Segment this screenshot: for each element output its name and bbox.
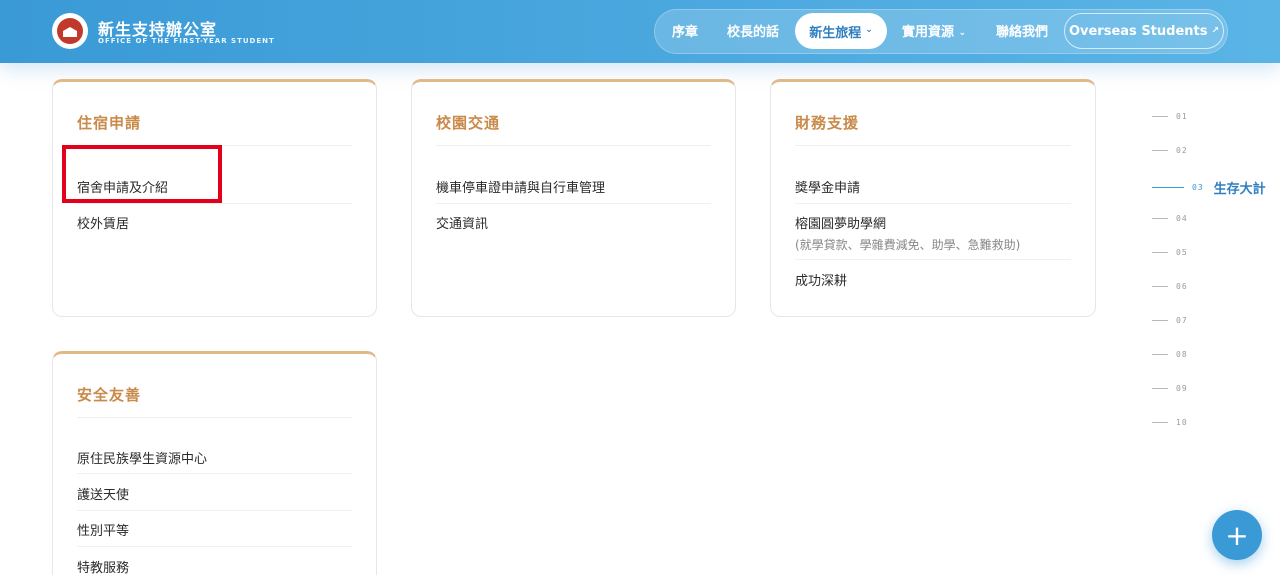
dash xyxy=(1152,252,1168,253)
highlight-box xyxy=(62,145,222,203)
section-number: 05 xyxy=(1176,248,1188,257)
section-number: 09 xyxy=(1176,384,1188,393)
link-gender-equality[interactable]: 性別平等 xyxy=(77,520,129,539)
dash xyxy=(1152,116,1168,117)
card-finance: 財務支援 獎學金申請 榕園圓夢助學網 (就學貸款、學雜費減免、助學、急難救助) … xyxy=(770,79,1096,317)
section-number: 04 xyxy=(1176,214,1188,223)
card-title: 安全友善 xyxy=(77,386,142,404)
card-title: 校園交通 xyxy=(436,114,501,132)
dash xyxy=(1152,218,1168,219)
chevron-down-icon: ⌄ xyxy=(958,28,967,38)
link-success-program[interactable]: 成功深耕 xyxy=(795,270,847,289)
section-number: 08 xyxy=(1176,350,1188,359)
section-index-item[interactable]: 10 xyxy=(1152,418,1188,427)
section-index-item[interactable]: 04 xyxy=(1152,214,1188,223)
dash xyxy=(1152,388,1168,389)
logo-mark xyxy=(57,18,83,44)
chevron-down-icon: ⌄ xyxy=(865,25,873,35)
financial-aid-note: (就學貸款、學雜費減免、助學、急難救助) xyxy=(795,238,1021,252)
link-scholarship[interactable]: 獎學金申請 xyxy=(795,177,860,196)
nav-president[interactable]: 校長的話 xyxy=(727,21,779,40)
link-escort-angel[interactable]: 護送天使 xyxy=(77,484,129,503)
card-title: 財務支援 xyxy=(795,114,860,132)
dash xyxy=(1152,320,1168,321)
nav-prologue[interactable]: 序章 xyxy=(672,21,698,40)
link-parking-permit[interactable]: 機車停車證申請與自行車管理 xyxy=(436,177,605,196)
link-indigenous-center[interactable]: 原住民族學生資源中心 xyxy=(77,448,207,467)
section-index-item[interactable]: 09 xyxy=(1152,384,1188,393)
dash xyxy=(1152,354,1168,355)
nav-resources-label: 實用資源 xyxy=(902,25,955,40)
section-index-item[interactable]: 06 xyxy=(1152,282,1188,291)
dash xyxy=(1152,150,1168,151)
section-number: 07 xyxy=(1176,316,1188,325)
external-link-icon: ↗ xyxy=(1211,26,1220,36)
dash xyxy=(1152,422,1168,423)
section-number: 02 xyxy=(1176,146,1188,155)
dash xyxy=(1152,286,1168,287)
nav-overseas-students[interactable]: Overseas Students ↗ xyxy=(1064,13,1224,49)
section-index-item[interactable]: 07 xyxy=(1152,316,1188,325)
section-index-item[interactable]: 02 xyxy=(1152,146,1188,155)
link-off-campus-housing[interactable]: 校外賃居 xyxy=(77,213,129,232)
card-transport: 校園交通 機車停車證申請與自行車管理 交通資訊 xyxy=(411,79,736,317)
site-header: 新生支持辦公室 OFFICE OF THE FIRST-YEAR STUDENT… xyxy=(0,0,1280,63)
nav-overseas-label: Overseas Students xyxy=(1068,23,1208,39)
divider xyxy=(77,546,352,547)
card-title: 住宿申請 xyxy=(77,114,142,132)
brand-subtitle: OFFICE OF THE FIRST-YEAR STUDENT xyxy=(98,37,275,45)
main-nav: 序章 校長的話 新生旅程 ⌄ 實用資源 ⌄ 聯絡我們 Overseas Stud… xyxy=(654,9,1228,54)
section-index-item[interactable]: 01 xyxy=(1152,112,1188,121)
divider xyxy=(77,203,352,204)
plus-icon[interactable]: + xyxy=(1212,510,1262,560)
card-safety: 安全友善 原住民族學生資源中心 護送天使 性別平等 特教服務 xyxy=(52,351,377,575)
divider xyxy=(795,203,1071,204)
divider xyxy=(77,473,352,474)
logo[interactable] xyxy=(52,13,88,49)
divider xyxy=(436,203,711,204)
nav-contact[interactable]: 聯絡我們 xyxy=(996,21,1048,40)
section-number: 01 xyxy=(1176,112,1188,121)
link-special-education[interactable]: 特教服務 xyxy=(77,557,129,575)
section-number: 10 xyxy=(1176,418,1188,427)
nav-resources[interactable]: 實用資源 ⌄ xyxy=(902,21,966,40)
link-traffic-info[interactable]: 交通資訊 xyxy=(436,213,488,232)
section-number: 06 xyxy=(1176,282,1188,291)
divider xyxy=(77,510,352,511)
divider xyxy=(795,259,1071,260)
section-index-item[interactable]: 08 xyxy=(1152,350,1188,359)
divider xyxy=(436,145,711,146)
nav-journey-label: 新生旅程 xyxy=(809,25,862,41)
section-index-item-active[interactable]: 03 生存大計 xyxy=(1152,178,1266,197)
link-financial-aid[interactable]: 榕園圓夢助學網 xyxy=(795,213,886,232)
section-index-item[interactable]: 05 xyxy=(1152,248,1188,257)
dash xyxy=(1152,187,1184,188)
nav-journey[interactable]: 新生旅程 ⌄ xyxy=(795,13,887,49)
divider xyxy=(795,145,1071,146)
divider xyxy=(77,417,352,418)
section-number: 03 xyxy=(1192,183,1204,192)
section-label: 生存大計 xyxy=(1213,182,1266,197)
